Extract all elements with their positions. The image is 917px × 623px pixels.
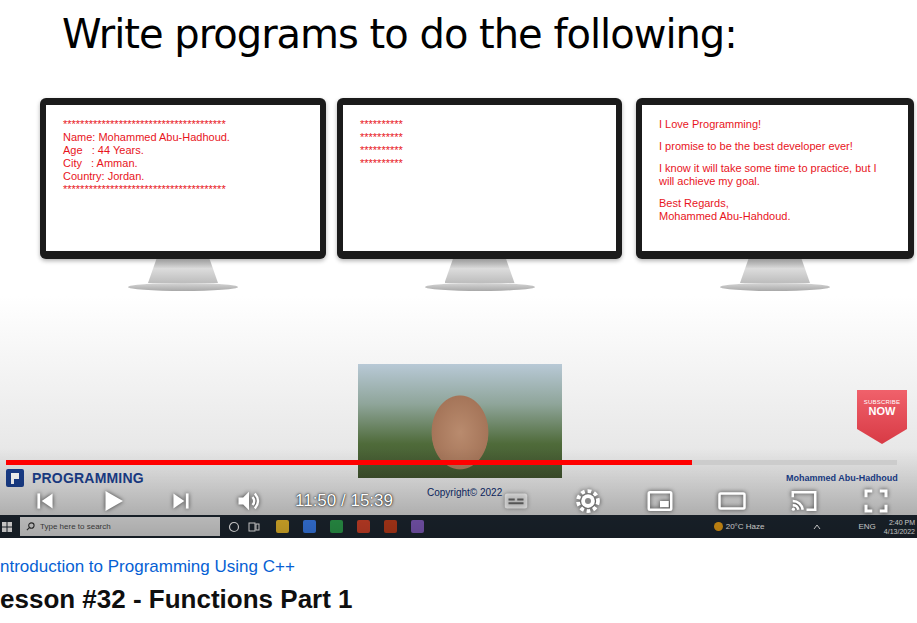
volume-button[interactable] bbox=[225, 481, 273, 521]
playlist-link[interactable]: ntroduction to Programming Using C++ bbox=[0, 557, 917, 577]
language[interactable]: ENG bbox=[859, 522, 876, 531]
screen-line: I Love Programming! bbox=[659, 118, 894, 131]
screen-line: ************************************** bbox=[63, 183, 306, 196]
screen-line: ********** bbox=[360, 157, 602, 170]
weather-text: 20°C Haze bbox=[726, 522, 765, 531]
player-controls: 11:50 / 15:39 bbox=[0, 480, 917, 522]
screen-paragraph: I Love Programming! bbox=[659, 118, 894, 131]
previous-button[interactable] bbox=[21, 481, 69, 521]
badge-top-text: SUBSCRIBE bbox=[864, 399, 900, 405]
slide-title: Write programs to do the following: bbox=[0, 0, 917, 58]
left-controls: 11:50 / 15:39 bbox=[0, 481, 393, 521]
video-title: esson #32 - Functions Part 1 bbox=[0, 583, 917, 615]
screen-paragraph: **************************************** bbox=[360, 118, 602, 170]
fullscreen-button[interactable] bbox=[852, 481, 900, 521]
monitor-base bbox=[720, 283, 830, 291]
sun-icon bbox=[714, 522, 723, 531]
monitor: **************************************Na… bbox=[40, 98, 326, 291]
screen-paragraph: Best Regards,Mohammed Abu-Hahdoud. bbox=[659, 197, 894, 223]
screen-line: Age : 44 Years. bbox=[63, 144, 306, 157]
screen-line: ********** bbox=[360, 131, 602, 144]
monitor-screen: I Love Programming! I promise to be the b… bbox=[642, 105, 908, 251]
screen-line: Mohammed Abu-Hahdoud. bbox=[659, 210, 894, 223]
screen-paragraph: I know it will take some time to practic… bbox=[659, 162, 894, 188]
taskbar-apps bbox=[276, 520, 424, 533]
theater-button[interactable] bbox=[708, 481, 756, 521]
volume-icon bbox=[235, 487, 263, 515]
theater-icon bbox=[717, 486, 747, 516]
monitor-bezel: I Love Programming! I promise to be the b… bbox=[636, 98, 914, 259]
settings-button[interactable] bbox=[564, 481, 612, 521]
screen-line: Country: Jordan. bbox=[63, 170, 306, 183]
taskbar-app-icon[interactable] bbox=[303, 520, 316, 533]
monitor-base bbox=[128, 283, 238, 291]
screen-line: City : Amman. bbox=[63, 157, 306, 170]
gear-icon bbox=[573, 486, 603, 516]
screen-line: Best Regards, bbox=[659, 197, 894, 210]
screen-line: ********** bbox=[360, 144, 602, 157]
screen-line: ********** bbox=[360, 118, 602, 131]
monitor-bezel: **************************************** bbox=[337, 98, 622, 259]
cast-button[interactable] bbox=[780, 481, 828, 521]
play-button[interactable] bbox=[89, 481, 137, 521]
monitor-stand bbox=[148, 259, 218, 283]
monitor-stand bbox=[445, 259, 515, 283]
miniplayer-button[interactable] bbox=[636, 481, 684, 521]
search-icon bbox=[26, 522, 35, 531]
monitor: **************************************** bbox=[337, 98, 622, 291]
monitor-stand bbox=[740, 259, 810, 283]
clock-date: 4/13/2022 bbox=[884, 527, 915, 536]
taskbar-app-icon[interactable] bbox=[357, 520, 370, 533]
screen-line: I know it will take some time to practic… bbox=[659, 162, 894, 188]
subscribe-badge[interactable]: SUBSCRIBENOW bbox=[857, 390, 907, 444]
play-icon bbox=[98, 486, 128, 516]
monitor-screen: **************************************** bbox=[343, 105, 616, 251]
chevron-up-icon[interactable] bbox=[813, 523, 821, 531]
subtitles-button[interactable] bbox=[492, 481, 540, 521]
screen-line: ************************************** bbox=[63, 118, 306, 131]
right-controls bbox=[492, 481, 917, 521]
taskbar-app-icon[interactable] bbox=[276, 520, 289, 533]
previous-icon bbox=[32, 488, 58, 514]
fullscreen-icon bbox=[861, 486, 891, 516]
screen-paragraph: **************************************Na… bbox=[63, 118, 306, 196]
screen-line: I promise to be the best developer ever! bbox=[659, 140, 894, 153]
miniplayer-icon bbox=[645, 486, 675, 516]
weather[interactable]: 20°C Haze bbox=[714, 522, 765, 531]
monitor-bezel: **************************************Na… bbox=[40, 98, 326, 259]
badge-bottom-text: NOW bbox=[869, 405, 896, 418]
next-button[interactable] bbox=[157, 481, 205, 521]
progress-bar[interactable] bbox=[6, 460, 897, 465]
youtube-page: Write programs to do the following: *****… bbox=[0, 0, 917, 623]
windows-icon[interactable] bbox=[2, 522, 12, 532]
monitor-base bbox=[425, 283, 535, 291]
cortana-icon[interactable] bbox=[228, 521, 240, 533]
taskbar-app-icon[interactable] bbox=[411, 520, 424, 533]
copyright: Copyright© 2022 bbox=[427, 487, 502, 498]
monitor: I Love Programming! I promise to be the b… bbox=[636, 98, 914, 291]
task-view-icon[interactable] bbox=[248, 521, 260, 533]
cast-icon bbox=[789, 486, 819, 516]
subtitles-icon bbox=[501, 486, 531, 516]
progress-fill bbox=[6, 460, 692, 465]
time-display: 11:50 / 15:39 bbox=[295, 491, 393, 511]
screen-paragraph: I promise to be the best developer ever! bbox=[659, 140, 894, 153]
screen-line: Name: Mohammed Abu-Hadhoud. bbox=[63, 131, 306, 144]
monitor-screen: **************************************Na… bbox=[46, 105, 320, 251]
video-info: ntroduction to Programming Using C++ esso… bbox=[0, 538, 917, 623]
video-player[interactable]: Write programs to do the following: *****… bbox=[0, 0, 917, 538]
monitor-row: **************************************Na… bbox=[0, 98, 917, 291]
next-icon bbox=[168, 488, 194, 514]
taskbar-app-icon[interactable] bbox=[330, 520, 343, 533]
taskbar-app-icon[interactable] bbox=[384, 520, 397, 533]
search-placeholder: Type here to search bbox=[40, 522, 111, 531]
